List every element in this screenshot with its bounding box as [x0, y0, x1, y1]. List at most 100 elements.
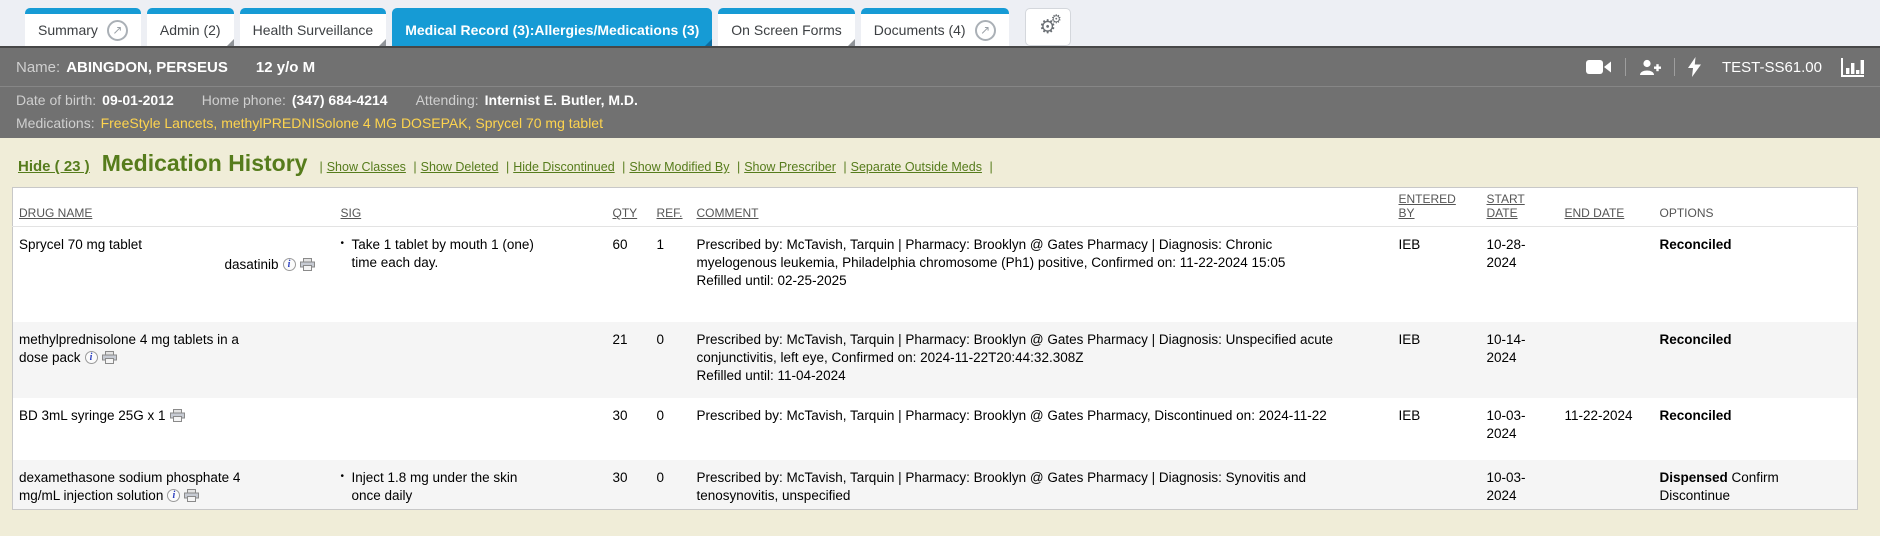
col-sig[interactable]: SIG — [341, 206, 362, 220]
add-person-icon[interactable] — [1639, 59, 1661, 76]
demographics-bar: Date of birth: 09-01-2012 Home phone: (3… — [0, 86, 1880, 112]
printer-icon[interactable] — [170, 409, 185, 422]
filter-links: Show Classes Show Deleted Hide Discontin… — [315, 160, 992, 174]
refilled-until-text: Refilled until: 02-25-2025 — [697, 272, 1337, 290]
medication-history-section: Hide ( 23 ) Medication History Show Clas… — [0, 138, 1880, 510]
separate-outside-meds-link[interactable]: Separate Outside Meds — [839, 160, 982, 174]
info-icon[interactable]: i — [283, 258, 296, 271]
tab-admin[interactable]: Admin (2) — [147, 8, 234, 46]
tab-label: Admin (2) — [160, 22, 221, 38]
ref-value: 1 — [651, 227, 691, 322]
start-date-value: 10-28-2024 — [1481, 227, 1559, 322]
printer-icon[interactable] — [300, 258, 315, 271]
status-badge: Reconciled — [1660, 237, 1732, 252]
phone-value: (347) 684-4214 — [292, 92, 388, 108]
comment-text: Prescribed by: McTavish, Tarquin | Pharm… — [697, 407, 1337, 425]
table-row: BD 3mL syringe 25G x 1 30 0 Prescribed b… — [13, 398, 1858, 460]
col-qty[interactable]: QTY — [613, 206, 638, 220]
hide-count-link[interactable]: Hide ( 23 ) — [18, 158, 90, 175]
col-comment[interactable]: COMMENT — [697, 206, 759, 220]
divider — [1674, 58, 1675, 76]
ref-value: 0 — [651, 460, 691, 510]
tab-label: Documents (4) — [874, 22, 966, 38]
bar-chart-icon[interactable] — [1841, 58, 1864, 77]
tab-label: Health Surveillance — [253, 22, 374, 38]
video-camera-icon[interactable] — [1586, 59, 1612, 75]
entered-by-value — [1393, 460, 1481, 510]
lightning-icon[interactable] — [1688, 57, 1701, 77]
open-in-new-icon[interactable]: ↗ — [107, 20, 128, 41]
status-badge: Reconciled — [1660, 408, 1732, 423]
status-badge: Dispensed — [1660, 470, 1728, 485]
dob-label: Date of birth: — [16, 92, 96, 108]
patient-name: ABINGDON, PERSEUS — [66, 59, 228, 76]
medications-value: FreeStyle Lancets, methylPREDNISolone 4 … — [101, 115, 603, 131]
comment-text: Prescribed by: McTavish, Tarquin | Pharm… — [697, 236, 1337, 272]
end-date-value — [1559, 460, 1654, 510]
col-end-date[interactable]: END DATE — [1565, 206, 1625, 220]
end-date-value — [1559, 322, 1654, 398]
sig-text: Take 1 tablet by mouth 1 (one) time each… — [341, 236, 541, 272]
qty-value: 60 — [607, 227, 651, 322]
name-label: Name: — [16, 59, 60, 76]
drug-name: dexamethasone sodium phosphate 4 mg/mL i… — [19, 469, 259, 505]
patient-age-sex: 12 y/o M — [256, 59, 315, 76]
tab-health-surveillance[interactable]: Health Surveillance — [240, 8, 387, 46]
settings-button[interactable]: ⚙ ⚙ — [1025, 8, 1071, 46]
open-in-new-icon[interactable]: ↗ — [975, 20, 996, 41]
sig-text: Inject 1.8 mg under the skin once daily — [341, 469, 541, 505]
attending-label: Attending: — [416, 92, 479, 108]
tab-label: On Screen Forms — [731, 22, 841, 38]
col-drug-name[interactable]: DRUG NAME — [19, 206, 92, 220]
show-deleted-link[interactable]: Show Deleted — [409, 160, 498, 174]
info-icon[interactable]: i — [167, 489, 180, 502]
tab-on-screen-forms[interactable]: On Screen Forms — [718, 8, 854, 46]
phone-label: Home phone: — [202, 92, 286, 108]
tab-bar: Summary ↗ Admin (2) Health Surveillance … — [0, 0, 1880, 46]
tab-medical-record[interactable]: Medical Record (3):Allergies/Medications… — [392, 8, 712, 46]
show-modified-by-link[interactable]: Show Modified By — [618, 160, 729, 174]
tab-fold-corner-icon — [379, 39, 386, 46]
show-prescriber-link[interactable]: Show Prescriber — [733, 160, 836, 174]
entered-by-value: IEB — [1393, 322, 1481, 398]
medications-label: Medications: — [16, 115, 95, 131]
end-date-value: 11-22-2024 — [1559, 398, 1654, 460]
tab-fold-corner-icon — [227, 39, 234, 46]
table-row: methylprednisolone 4 mg tablets in a dos… — [13, 322, 1858, 398]
start-date-value: 10-03-2024 — [1481, 398, 1559, 460]
printer-icon[interactable] — [102, 351, 117, 364]
end-date-value — [1559, 227, 1654, 322]
show-classes-link[interactable]: Show Classes — [315, 160, 405, 174]
dob-value: 09-01-2012 — [102, 92, 174, 108]
printer-icon[interactable] — [184, 489, 199, 502]
entered-by-value: IEB — [1393, 227, 1481, 322]
info-icon[interactable]: i — [85, 351, 98, 364]
divider — [1625, 58, 1626, 76]
col-start-date[interactable]: START DATE — [1487, 192, 1525, 220]
col-options: OPTIONS — [1660, 206, 1714, 220]
tab-documents[interactable]: Documents (4) ↗ — [861, 8, 1009, 46]
hide-discontinued-link[interactable]: Hide Discontinued — [502, 160, 615, 174]
generic-name-line: dasatinib i — [19, 256, 329, 274]
patient-header-bar: Name: ABINGDON, PERSEUS 12 y/o M TEST-SS… — [0, 46, 1880, 86]
ref-value: 0 — [651, 398, 691, 460]
status-badge: Reconciled — [1660, 332, 1732, 347]
table-header-row: DRUG NAME SIG QTY REF. COMMENT ENTERED B… — [13, 188, 1858, 227]
table-row: dexamethasone sodium phosphate 4 mg/mL i… — [13, 460, 1858, 510]
col-ref[interactable]: REF. — [657, 206, 683, 220]
station-id: TEST-SS61.00 — [1722, 59, 1822, 76]
medications-bar: Medications: FreeStyle Lancets, methylPR… — [0, 112, 1880, 138]
qty-value: 21 — [607, 322, 651, 398]
tab-fold-corner-icon — [705, 39, 712, 46]
tab-fold-corner-icon — [848, 39, 855, 46]
start-date-value: 10-03-2024 — [1481, 460, 1559, 510]
medication-table: DRUG NAME SIG QTY REF. COMMENT ENTERED B… — [12, 187, 1858, 510]
page-title: Medication History — [102, 150, 308, 177]
tab-label: Medical Record (3):Allergies/Medications… — [405, 22, 699, 38]
tab-summary[interactable]: Summary ↗ — [25, 8, 141, 46]
generic-name: dasatinib — [224, 257, 278, 272]
refilled-until-text: Refilled until: 11-04-2024 — [697, 367, 1337, 385]
col-entered-by[interactable]: ENTERED BY — [1399, 192, 1456, 220]
table-row: Sprycel 70 mg tablet dasatinibi Take 1 t… — [13, 227, 1858, 322]
comment-text: Prescribed by: McTavish, Tarquin | Pharm… — [697, 331, 1337, 367]
